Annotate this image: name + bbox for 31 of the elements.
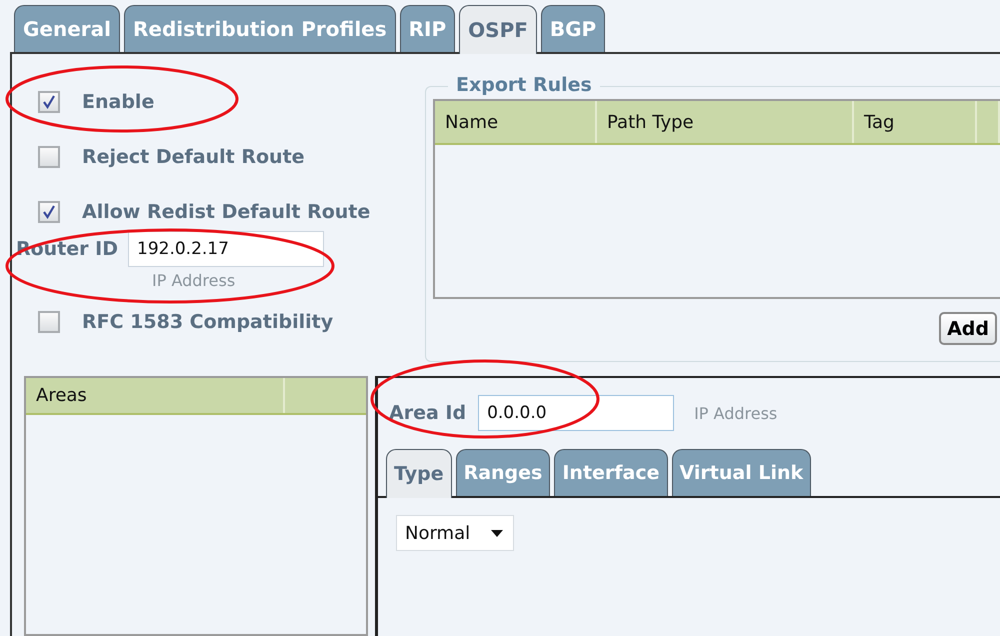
input-field[interactable]: 192.0.2.17	[128, 231, 324, 267]
checkbox[interactable]	[38, 311, 60, 333]
tab[interactable]: Virtual Link	[672, 449, 812, 496]
checkbox[interactable]	[38, 200, 60, 222]
checkbox-label: Allow Redist Default Route	[82, 200, 370, 222]
checkbox-label: RFC 1583 Compatibility	[82, 311, 334, 333]
group-title: Export Rules	[448, 74, 600, 96]
checkbox[interactable]	[38, 146, 60, 168]
checkbox-label: Enable	[82, 90, 154, 112]
field-hint: IP Address	[694, 404, 778, 422]
checkbox-label: Reject Default Route	[82, 146, 305, 168]
input-field[interactable]: 0.0.0.0	[478, 395, 674, 431]
column-header[interactable]: Path Type	[597, 101, 854, 143]
tab[interactable]: BGP	[540, 5, 606, 52]
add-button[interactable]: Add	[939, 312, 997, 345]
column-header[interactable]: Tag	[854, 101, 977, 143]
caret-icon	[491, 530, 503, 536]
checkmark-icon	[42, 94, 56, 108]
tab[interactable]: Redistribution Profiles	[124, 5, 396, 52]
checkbox[interactable]	[38, 90, 60, 112]
checkmark-icon	[42, 204, 56, 218]
field-hint: IP Address	[152, 271, 236, 290]
tab[interactable]: Type	[386, 449, 452, 498]
tab[interactable]: Interface	[554, 449, 668, 496]
tab[interactable]: OSPF	[459, 5, 537, 54]
field-label: Area Id	[389, 402, 466, 424]
column-header[interactable]: Name	[435, 101, 597, 143]
type-dropdown[interactable]: Normal	[396, 515, 514, 551]
tab[interactable]: Ranges	[456, 449, 550, 496]
tab[interactable]: RIP	[400, 5, 456, 52]
tab[interactable]: General	[14, 5, 120, 52]
